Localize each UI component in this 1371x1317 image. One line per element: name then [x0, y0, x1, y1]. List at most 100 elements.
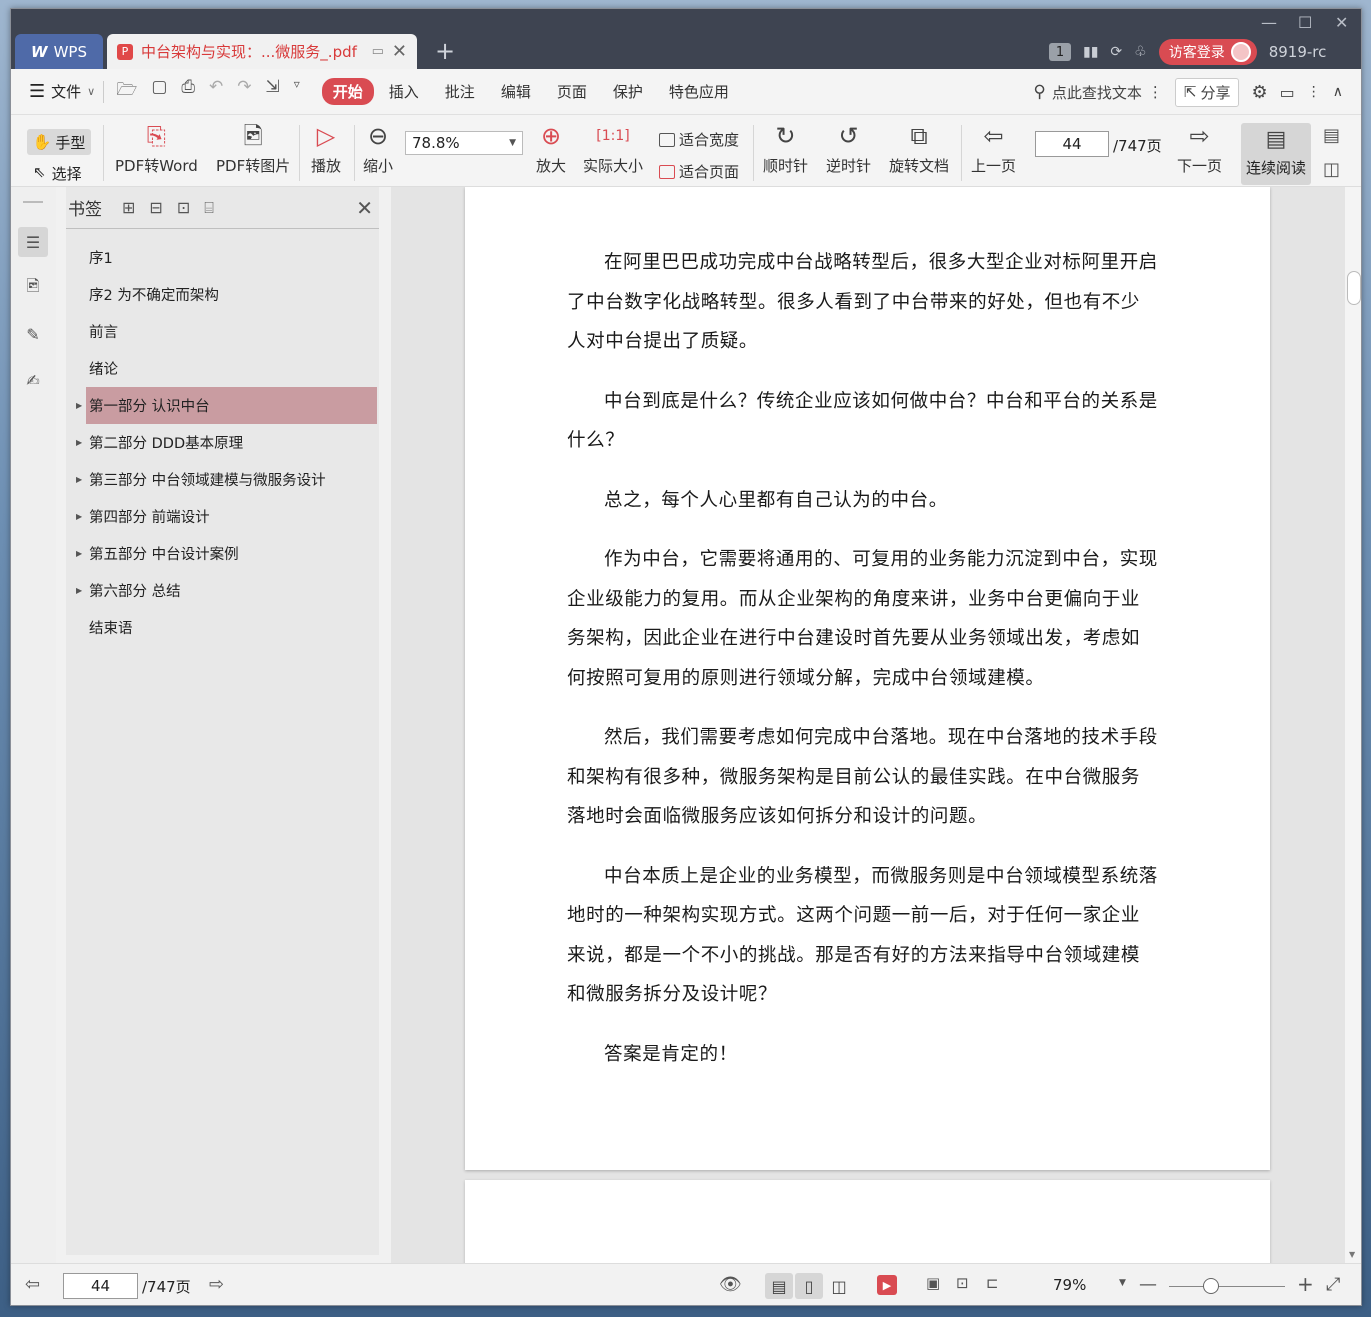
close-window-icon[interactable]: ✕: [1335, 13, 1348, 32]
status-zoom-value[interactable]: 79%: [1053, 1276, 1086, 1294]
signature-icon[interactable]: ✍: [18, 365, 48, 395]
bookmark-item[interactable]: 结束语: [86, 609, 379, 646]
next-page-icon[interactable]: ⇨: [209, 1274, 224, 1295]
expand-arrow-icon[interactable]: ▶: [76, 438, 82, 447]
bookmark-options-icon[interactable]: ⌸: [204, 198, 214, 218]
bookmark-item[interactable]: 前言: [86, 313, 379, 350]
undo-icon[interactable]: ↶: [209, 77, 223, 106]
scroll-down-icon[interactable]: ▼: [1349, 1250, 1355, 1259]
rotate-counterclockwise-button[interactable]: ↺ 逆时针: [826, 121, 871, 176]
bookmark-item[interactable]: ▶ 第二部分 DDD基本原理: [76, 424, 379, 461]
prev-page-icon[interactable]: ⇦: [25, 1274, 40, 1295]
fit-page-icon[interactable]: ⊡: [956, 1274, 969, 1292]
bookmark-item[interactable]: ▶ 第四部分 前端设计: [76, 498, 379, 535]
tab-annotate[interactable]: 批注: [434, 78, 486, 105]
share-button[interactable]: ⇱ 分享: [1174, 77, 1240, 107]
more-chevron-icon[interactable]: ▿: [294, 77, 300, 106]
guest-login-button[interactable]: 访客登录: [1158, 39, 1257, 65]
monitor-icon[interactable]: ▭: [372, 44, 384, 59]
tab-edit[interactable]: 编辑: [490, 78, 542, 105]
collapse-all-icon[interactable]: ⊟: [149, 198, 162, 218]
pdf-to-image-button[interactable]: 🖻 PDF转图片: [216, 121, 290, 176]
rotate-clockwise-button[interactable]: ↻ 顺时针: [763, 121, 808, 176]
eye-protection-icon[interactable]: 👁: [719, 1274, 742, 1295]
layout-icon[interactable]: ▮▮: [1083, 44, 1098, 60]
select-tool-button[interactable]: ⇖ 选择: [33, 163, 82, 184]
bookmark-item[interactable]: ▶ 第一部分 认识中台: [76, 387, 377, 424]
zoom-plus-icon[interactable]: +: [1297, 1272, 1314, 1296]
skin-icon[interactable]: ♧: [1134, 44, 1147, 60]
tab-start[interactable]: 开始: [321, 78, 374, 105]
export-icon[interactable]: ⇲: [265, 77, 279, 106]
page-number-input[interactable]: 44: [1035, 131, 1109, 157]
chevron-down-icon[interactable]: ▼: [1119, 1278, 1126, 1288]
single-page-view-icon[interactable]: ▯: [795, 1273, 823, 1299]
expand-arrow-icon[interactable]: ▶: [76, 475, 82, 484]
file-menu[interactable]: ☰ 文件 ∨: [11, 81, 95, 102]
more-vertical-icon[interactable]: ⋮: [1148, 83, 1163, 101]
expand-all-icon[interactable]: ⊞: [122, 198, 135, 218]
fullscreen-icon[interactable]: ⤢: [1326, 1274, 1340, 1295]
scrollbar-thumb[interactable]: [1347, 271, 1361, 305]
document-tab[interactable]: P 中台架构与实现：...微服务_.pdf ▭ ✕: [107, 34, 417, 69]
next-page-button[interactable]: ⇨ 下一页: [1177, 121, 1222, 176]
play-button[interactable]: ▷ 播放: [311, 121, 341, 176]
vertical-scrollbar[interactable]: ▼: [1345, 187, 1361, 1263]
bookmark-item[interactable]: ▶ 第六部分 总结: [76, 572, 379, 609]
tab-page[interactable]: 页面: [546, 78, 598, 105]
tab-insert[interactable]: 插入: [378, 78, 430, 105]
bookmark-item[interactable]: ▶ 第三部分 中台领域建模与微服务设计: [76, 461, 379, 498]
close-tab-icon[interactable]: ✕: [392, 41, 407, 62]
print-icon[interactable]: ⎙: [181, 77, 195, 106]
pdf-to-word-button[interactable]: ⎘ PDF转Word: [115, 121, 198, 176]
expand-arrow-icon[interactable]: ▶: [76, 512, 82, 521]
bookmark-item[interactable]: ▶ 第五部分 中台设计案例: [76, 535, 379, 572]
add-bookmark-icon[interactable]: ⊡: [177, 198, 190, 218]
rotate-document-button[interactable]: ⧉ 旋转文档: [889, 121, 949, 176]
bookmark-list-icon[interactable]: ☰: [18, 227, 48, 257]
sync-icon[interactable]: ⟳: [1110, 44, 1122, 60]
actual-size-icon[interactable]: ▣: [926, 1274, 940, 1292]
slideshow-play-icon[interactable]: ▶: [877, 1275, 897, 1295]
single-page-icon[interactable]: ▤: [1323, 125, 1340, 146]
zoom-minus-icon[interactable]: —: [1139, 1274, 1157, 1295]
wps-home-tab[interactable]: W WPS: [15, 34, 103, 69]
annotation-icon[interactable]: ✎: [18, 319, 48, 349]
tab-special[interactable]: 特色应用: [658, 78, 740, 105]
hand-tool-button[interactable]: ✋ 手型: [27, 129, 91, 155]
expand-arrow-icon[interactable]: ▶: [76, 401, 82, 410]
document-viewer[interactable]: 在阿里巴巴成功完成中台战略转型后，很多大型企业对标阿里开启了中台数字化战略转型。…: [391, 187, 1345, 1263]
close-panel-icon[interactable]: ✕: [356, 196, 373, 220]
bookmark-item[interactable]: 序2 为不确定而架构: [86, 276, 379, 313]
bookmark-item[interactable]: 序1: [86, 239, 379, 276]
thumbnail-icon[interactable]: 🖻: [18, 273, 48, 303]
window-count-badge[interactable]: 1: [1049, 43, 1071, 61]
zoom-in-button[interactable]: ⊕ 放大: [536, 121, 566, 176]
open-folder-icon[interactable]: 🗁: [116, 77, 137, 106]
two-page-icon[interactable]: ◫: [1323, 159, 1340, 180]
comment-icon[interactable]: ▭: [1280, 83, 1295, 102]
maximize-icon[interactable]: ☐: [1298, 13, 1312, 32]
collapse-ribbon-icon[interactable]: ∧: [1333, 84, 1343, 100]
zoom-out-button[interactable]: ⊖ 缩小: [363, 121, 393, 176]
minimize-icon[interactable]: —: [1261, 13, 1277, 32]
more-options-icon[interactable]: ⋮: [1307, 84, 1321, 100]
settings-gear-icon[interactable]: ⚙: [1251, 82, 1267, 103]
find-text-button[interactable]: ⚲ 点此查找文本 ⋮: [1033, 82, 1162, 103]
prev-page-button[interactable]: ⇦ 上一页: [971, 121, 1016, 176]
fit-page-button[interactable]: 适合页面: [659, 161, 739, 182]
expand-arrow-icon[interactable]: ▶: [76, 549, 82, 558]
fit-width-icon[interactable]: ⊏: [986, 1274, 999, 1292]
zoom-slider-track[interactable]: [1169, 1286, 1285, 1287]
tab-protect[interactable]: 保护: [602, 78, 654, 105]
zoom-select[interactable]: 78.8% ▼: [405, 131, 523, 155]
expand-arrow-icon[interactable]: ▶: [76, 586, 82, 595]
continuous-view-icon[interactable]: ▤: [765, 1273, 793, 1299]
save-icon[interactable]: ▢: [151, 77, 167, 106]
status-page-input[interactable]: 44: [63, 1273, 138, 1299]
two-page-view-icon[interactable]: ◫: [825, 1273, 853, 1299]
actual-size-button[interactable]: [1:1] 实际大小: [583, 121, 643, 176]
bookmark-item[interactable]: 绪论: [86, 350, 379, 387]
redo-icon[interactable]: ↷: [237, 77, 251, 106]
continuous-read-button[interactable]: ▤ 连续阅读: [1241, 123, 1311, 185]
